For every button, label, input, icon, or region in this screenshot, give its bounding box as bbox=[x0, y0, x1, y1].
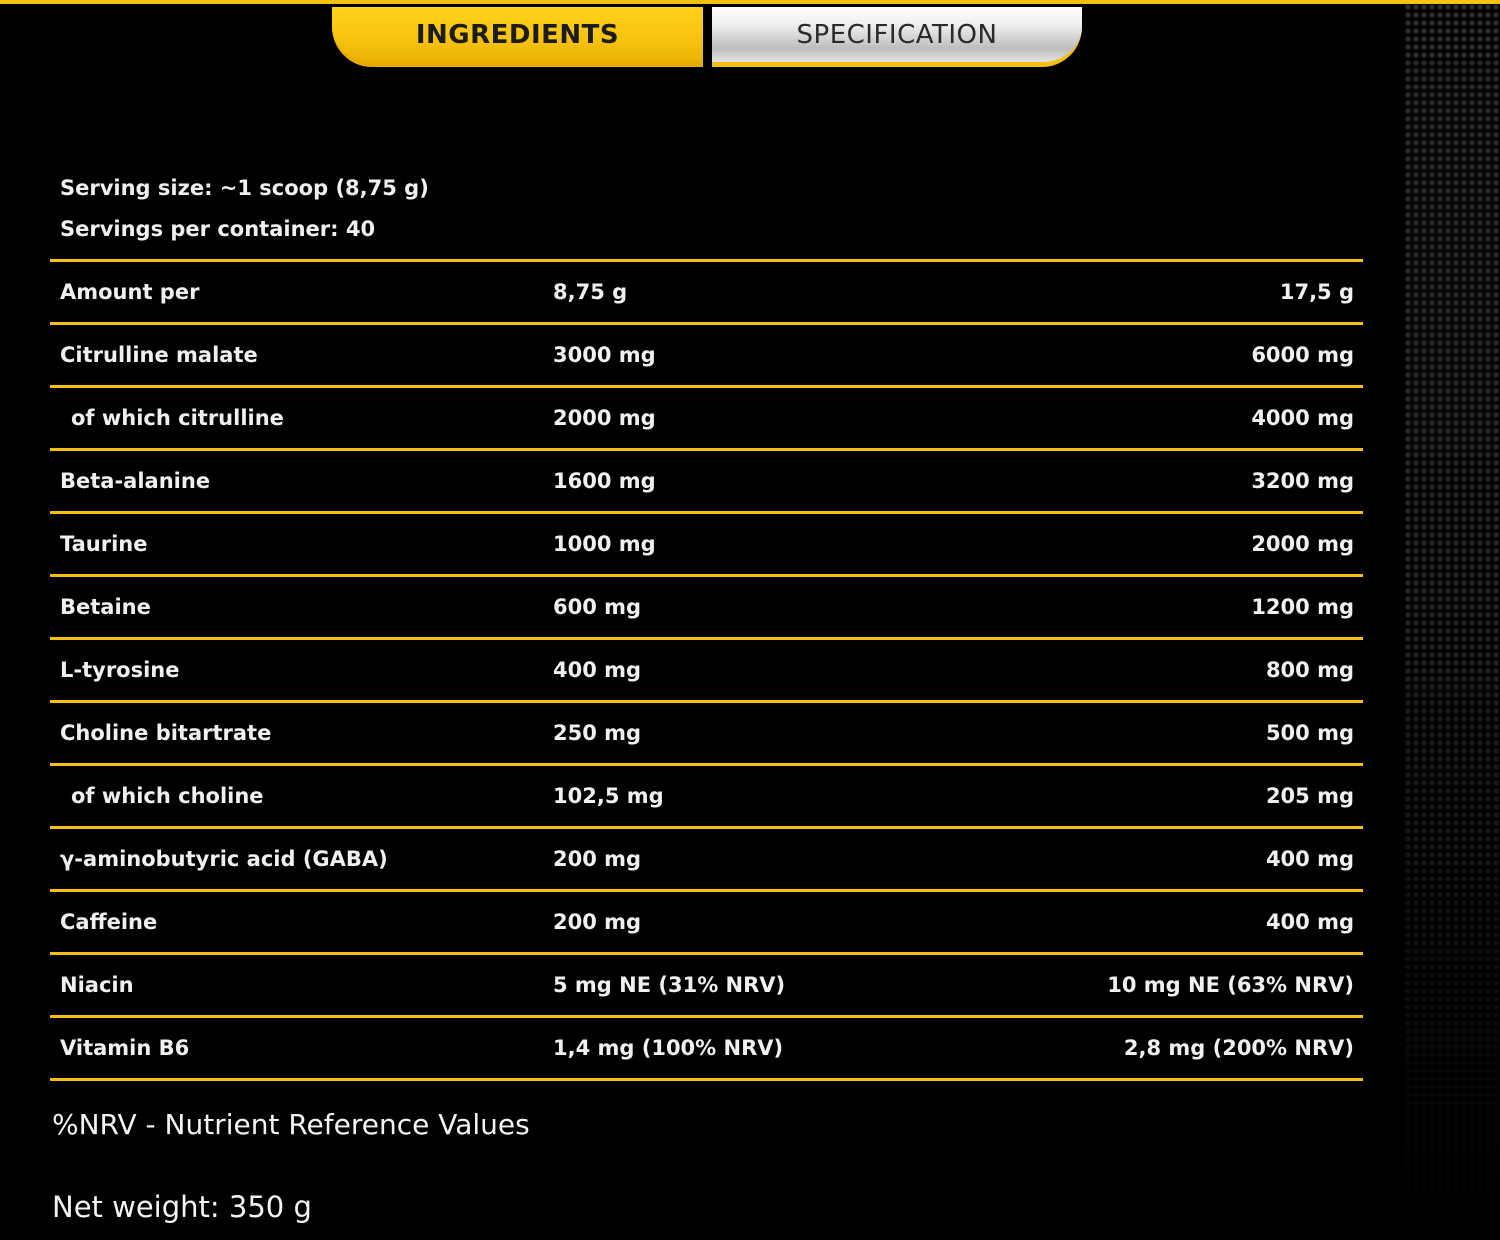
amount-single-serving: 8,75 g bbox=[553, 280, 628, 304]
ingredient-name: γ-aminobutyric acid (GABA) bbox=[60, 847, 388, 871]
ingredient-name: Caffeine bbox=[60, 910, 158, 934]
table-row: Caffeine 200 mg 400 mg bbox=[50, 892, 1363, 952]
nutrition-table: Amount per 8,75 g 17,5 g Citrulline mala… bbox=[50, 259, 1363, 1081]
mesh-texture-decoration bbox=[1405, 4, 1500, 1240]
tab-specification[interactable]: SPECIFICATION bbox=[712, 7, 1082, 67]
amount-double-serving: 2000 mg bbox=[1251, 532, 1354, 556]
table-row: of which citrulline 2000 mg 4000 mg bbox=[50, 388, 1363, 448]
serving-size-text: Serving size: ~1 scoop (8,75 g) bbox=[60, 176, 429, 200]
ingredient-name: Niacin bbox=[60, 973, 134, 997]
table-row: Taurine 1000 mg 2000 mg bbox=[50, 514, 1363, 574]
nrv-footnote: %NRV - Nutrient Reference Values bbox=[52, 1108, 530, 1141]
amount-double-serving: 1200 mg bbox=[1251, 595, 1354, 619]
amount-single-serving: 102,5 mg bbox=[553, 784, 664, 808]
amount-single-serving: 400 mg bbox=[553, 658, 642, 682]
table-row: Vitamin B6 1,4 mg (100% NRV) 2,8 mg (200… bbox=[50, 1018, 1363, 1078]
amount-double-serving: 17,5 g bbox=[1279, 280, 1354, 304]
amount-double-serving: 3200 mg bbox=[1251, 469, 1354, 493]
table-row: Citrulline malate 3000 mg 6000 mg bbox=[50, 325, 1363, 385]
amount-single-serving: 200 mg bbox=[553, 847, 642, 871]
table-row: Choline bitartrate 250 mg 500 mg bbox=[50, 703, 1363, 763]
table-row: L-tyrosine 400 mg 800 mg bbox=[50, 640, 1363, 700]
amount-double-serving: 4000 mg bbox=[1251, 406, 1354, 430]
table-row: γ-aminobutyric acid (GABA) 200 mg 400 mg bbox=[50, 829, 1363, 889]
ingredient-name: Betaine bbox=[60, 595, 151, 619]
ingredient-name: Taurine bbox=[60, 532, 148, 556]
ingredient-name: Choline bitartrate bbox=[60, 721, 272, 745]
ingredient-name: Beta-alanine bbox=[60, 469, 211, 493]
amount-single-serving: 1600 mg bbox=[553, 469, 656, 493]
amount-double-serving: 400 mg bbox=[1265, 910, 1354, 934]
amount-double-serving: 800 mg bbox=[1265, 658, 1354, 682]
amount-single-serving: 1,4 mg (100% NRV) bbox=[553, 1036, 784, 1060]
amount-double-serving: 10 mg NE (63% NRV) bbox=[1107, 973, 1354, 997]
table-row: Beta-alanine 1600 mg 3200 mg bbox=[50, 451, 1363, 511]
tab-bar: INGREDIENTS SPECIFICATION bbox=[332, 7, 1082, 67]
top-accent-bar bbox=[0, 0, 1500, 4]
amount-double-serving: 400 mg bbox=[1265, 847, 1354, 871]
ingredient-name: of which citrulline bbox=[71, 406, 284, 430]
ingredient-name: Citrulline malate bbox=[60, 343, 258, 367]
amount-single-serving: 3000 mg bbox=[553, 343, 656, 367]
table-row: Niacin 5 mg NE (31% NRV) 10 mg NE (63% N… bbox=[50, 955, 1363, 1015]
amount-double-serving: 2,8 mg (200% NRV) bbox=[1123, 1036, 1354, 1060]
table-row: Amount per 8,75 g 17,5 g bbox=[50, 262, 1363, 322]
tab-ingredients[interactable]: INGREDIENTS bbox=[332, 7, 703, 67]
table-row: of which choline 102,5 mg 205 mg bbox=[50, 766, 1363, 826]
amount-double-serving: 500 mg bbox=[1265, 721, 1354, 745]
amount-single-serving: 1000 mg bbox=[553, 532, 656, 556]
ingredient-name: of which choline bbox=[71, 784, 264, 808]
amount-single-serving: 600 mg bbox=[553, 595, 642, 619]
amount-single-serving: 5 mg NE (31% NRV) bbox=[553, 973, 786, 997]
amount-single-serving: 2000 mg bbox=[553, 406, 656, 430]
amount-double-serving: 6000 mg bbox=[1251, 343, 1354, 367]
table-divider bbox=[50, 1078, 1363, 1081]
amount-single-serving: 200 mg bbox=[553, 910, 642, 934]
ingredient-name: L-tyrosine bbox=[60, 658, 180, 682]
servings-per-container-text: Servings per container: 40 bbox=[60, 217, 376, 241]
amount-single-serving: 250 mg bbox=[553, 721, 642, 745]
amount-double-serving: 205 mg bbox=[1265, 784, 1354, 808]
net-weight-text: Net weight: 350 g bbox=[52, 1190, 312, 1224]
ingredient-name: Vitamin B6 bbox=[60, 1036, 190, 1060]
ingredient-name: Amount per bbox=[60, 280, 200, 304]
table-row: Betaine 600 mg 1200 mg bbox=[50, 577, 1363, 637]
